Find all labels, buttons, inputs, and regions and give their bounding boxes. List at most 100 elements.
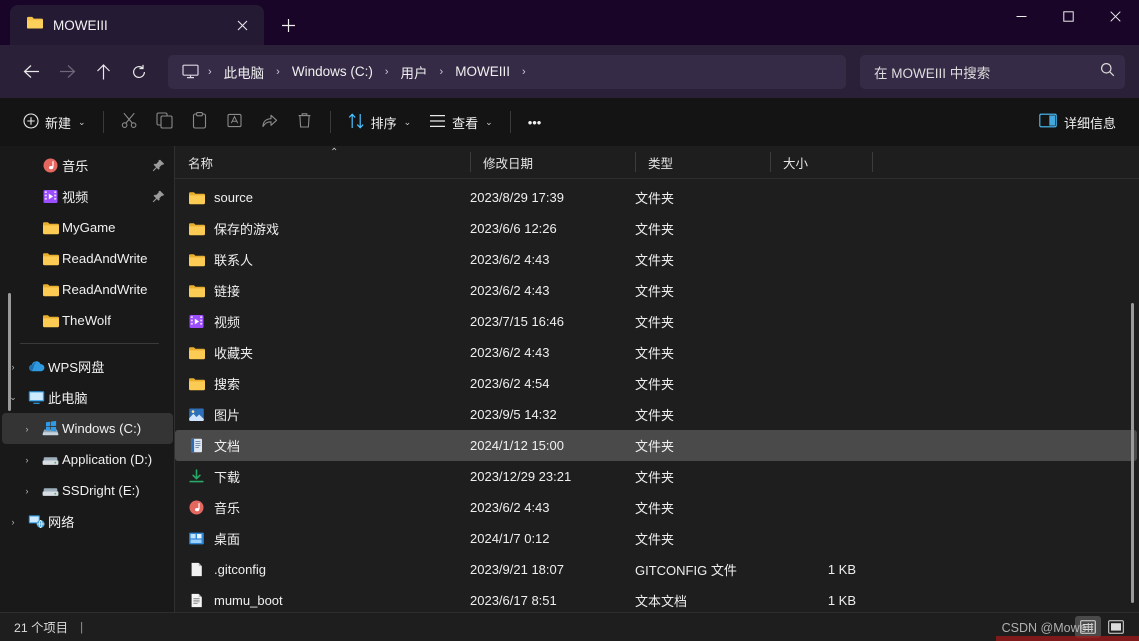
refresh-button[interactable] <box>122 55 156 89</box>
file-size-cell: 1 KB <box>827 593 856 608</box>
table-row[interactable]: 搜索 2023/6/2 4:54 文件夹 <box>175 368 1137 399</box>
table-row[interactable]: 图片 2023/9/5 14:32 文件夹 <box>175 399 1137 430</box>
close-button[interactable] <box>1092 0 1139 33</box>
sidebar-item-mygame[interactable]: MyGame <box>2 212 173 243</box>
breadcrumb-item-3[interactable]: MOWEIII <box>448 61 517 82</box>
rename-button[interactable] <box>217 106 252 138</box>
sidebar-item-[interactable]: 视频 <box>2 181 173 212</box>
sidebar-item-wps[interactable]: › WPS网盘 <box>2 351 173 382</box>
file-name-label: 桌面 <box>214 532 241 547</box>
table-row[interactable]: source 2023/8/29 17:39 文件夹 <box>175 182 1137 213</box>
file-date-cell: 2023/6/2 4:43 <box>470 345 550 360</box>
table-row[interactable]: 收藏夹 2023/6/2 4:43 文件夹 <box>175 337 1137 368</box>
forward-button[interactable] <box>50 55 84 89</box>
column-header-size[interactable]: 大小 <box>770 146 872 178</box>
scissors-icon <box>121 112 138 132</box>
table-row[interactable]: .gitconfig 2023/9/21 18:07 GITCONFIG 文件 1 K… <box>175 554 1137 585</box>
search-icon[interactable] <box>1100 62 1115 82</box>
file-date-cell: 2023/6/17 8:51 <box>470 593 557 608</box>
up-button[interactable] <box>86 55 120 89</box>
chevron-right-icon[interactable]: › <box>16 486 38 496</box>
sidebar-item-[interactable]: ⌄ 此电脑 <box>2 382 173 413</box>
chevron-right-icon[interactable]: › <box>2 517 24 527</box>
sidebar-item-label: WPS网盘 <box>48 360 105 375</box>
new-button[interactable]: 新建 ⌄ <box>14 106 95 138</box>
file-size-cell: 1 KB <box>827 562 856 577</box>
this-pc-icon[interactable] <box>178 64 203 79</box>
folder-icon <box>188 283 205 298</box>
file-name-cell: 视频 <box>175 312 470 331</box>
sidebar-item-thewolf[interactable]: TheWolf <box>2 305 173 336</box>
new-tab-button[interactable] <box>270 8 306 42</box>
pin-icon[interactable] <box>152 159 165 172</box>
sidebar-divider <box>20 343 159 344</box>
table-row[interactable]: 桌面 2024/1/7 0:12 文件夹 <box>175 523 1137 554</box>
share-button[interactable] <box>252 106 287 138</box>
file-list-view[interactable]: 名称 ⌃ 修改日期 类型 大小 source 2023/8/29 17:39 文件夹… <box>175 146 1139 612</box>
close-icon[interactable] <box>228 11 256 39</box>
table-row[interactable]: 保存的游戏 2023/6/6 12:26 文件夹 <box>175 213 1137 244</box>
file-name-label: 搜索 <box>214 377 241 392</box>
cut-button[interactable] <box>112 106 147 138</box>
sidebar-item-windows-c[interactable]: › Windows (C:) <box>2 413 173 444</box>
back-button[interactable] <box>14 55 48 89</box>
breadcrumb-item-2[interactable]: 用户 <box>394 59 435 85</box>
thumbnail-view-icon[interactable] <box>1103 616 1129 638</box>
table-row[interactable]: 下载 2023/12/29 23:21 文件夹 <box>175 461 1137 492</box>
table-row[interactable]: 链接 2023/6/2 4:43 文件夹 <box>175 275 1137 306</box>
maximize-button[interactable] <box>1045 0 1092 33</box>
details-pane-button[interactable]: 详细信息 <box>1030 106 1125 138</box>
chevron-right-icon[interactable]: › <box>2 362 24 372</box>
breadcrumb-item-0[interactable]: 此电脑 <box>217 59 272 85</box>
sidebar-item-application-d[interactable]: › Application (D:) <box>2 444 173 475</box>
sort-button[interactable]: 排序 ⌄ <box>339 106 421 138</box>
sidebar-item-[interactable]: › 网络 <box>2 506 173 537</box>
minimize-button[interactable] <box>998 0 1045 33</box>
delete-button[interactable] <box>287 106 322 138</box>
file-type-cell: 文件夹 <box>635 439 675 454</box>
column-header-name[interactable]: 名称 ⌃ <box>175 146 470 178</box>
table-row[interactable]: 视频 2023/7/15 16:46 文件夹 <box>175 306 1137 337</box>
sidebar-item-ssdright-e[interactable]: › SSDright (E:) <box>2 475 173 506</box>
chevron-right-icon[interactable]: › <box>16 424 38 434</box>
toolbar-divider <box>329 111 331 133</box>
navigation-pane[interactable]: 音乐 视频 MyGame ReadAndWrite ReadAndWrite TheWol… <box>0 146 175 612</box>
column-header-empty[interactable] <box>872 146 1139 178</box>
file-name-cell: 桌面 <box>175 529 470 548</box>
address-bar[interactable]: › 此电脑 › Windows (C:) › 用户 › MOWEIII › <box>168 54 846 89</box>
view-button[interactable]: 查看 ⌄ <box>420 106 502 138</box>
sidebar-item-[interactable]: 音乐 <box>2 150 173 181</box>
file-name-cell: 保存的游戏 <box>175 219 470 238</box>
folder-icon <box>38 251 62 266</box>
status-separator: | <box>80 620 84 634</box>
sidebar-item-readandwrite[interactable]: ReadAndWrite <box>2 274 173 305</box>
file-name-label: 联系人 <box>214 253 254 268</box>
file-list-scrollbar[interactable] <box>1131 303 1134 603</box>
table-row[interactable]: mumu_boot 2023/6/17 8:51 文本文档 1 KB <box>175 585 1137 612</box>
file-name-label: 音乐 <box>214 501 241 516</box>
chevron-down-icon[interactable]: ⌄ <box>2 392 24 403</box>
file-date-cell: 2023/9/5 14:32 <box>470 407 557 422</box>
music-icon <box>188 500 205 515</box>
table-row[interactable]: 联系人 2023/6/2 4:43 文件夹 <box>175 244 1137 275</box>
sidebar-item-readandwrite[interactable]: ReadAndWrite <box>2 243 173 274</box>
chevron-down-icon: ⌄ <box>403 116 412 127</box>
breadcrumb-separator: › <box>439 65 444 78</box>
chevron-right-icon[interactable]: › <box>16 455 38 465</box>
view-button-label: 查看 <box>452 115 479 131</box>
details-view-icon[interactable] <box>1075 616 1101 638</box>
sidebar-scrollbar[interactable] <box>8 293 11 411</box>
breadcrumb-item-1[interactable]: Windows (C:) <box>285 61 380 82</box>
table-row[interactable]: 音乐 2023/6/2 4:43 文件夹 <box>175 492 1137 523</box>
pin-icon[interactable] <box>152 190 165 203</box>
column-header-type[interactable]: 类型 <box>635 146 770 178</box>
copy-button[interactable] <box>147 106 182 138</box>
column-header-date[interactable]: 修改日期 <box>470 146 635 178</box>
table-row[interactable]: 文档 2024/1/12 15:00 文件夹 <box>175 430 1137 461</box>
paste-button[interactable] <box>182 106 217 138</box>
search-input[interactable]: 在 MOWEIII 中搜索 <box>860 54 1125 89</box>
file-icon <box>188 562 205 577</box>
folder-icon <box>38 313 62 328</box>
tab-moweiii[interactable]: MOWEIII <box>10 5 264 45</box>
more-options-button[interactable]: ••• <box>519 106 551 138</box>
